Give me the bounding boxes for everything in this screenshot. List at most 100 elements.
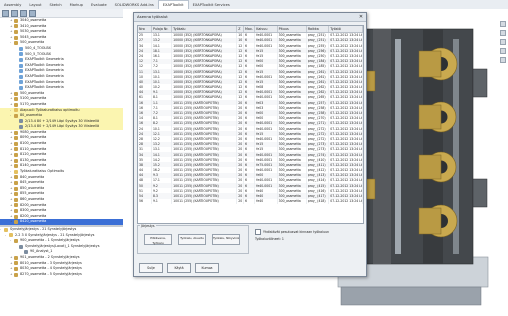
tab-exaptoolkit-services[interactable]: EXAPToolkit Services: [189, 1, 234, 9]
part-icon: [14, 255, 18, 260]
part-icon: [14, 272, 18, 277]
order-button-2[interactable]: Työkalu, Alueitu: [178, 234, 206, 245]
section-view-icon[interactable]: [500, 30, 506, 36]
tab-exaptoolkit[interactable]: EXAPToolkit: [157, 0, 189, 9]
table-cell: 07-12-2012 13:24 Läpireikä: [328, 120, 363, 126]
table-cell: proy_ (262): [306, 89, 330, 95]
part-icon: [14, 41, 18, 46]
order-group: Järjestys Pitkävena, Työkalu Työkalu, Al…: [137, 224, 249, 254]
flange-3: [418, 151, 457, 183]
feat-icon: [19, 119, 23, 124]
part-icon: [14, 238, 18, 243]
slat-2: [395, 39, 401, 254]
table-cell: 07-12-2012 13:24 Läpireikä: [328, 198, 363, 204]
tab-assembly[interactable]: Assembly: [0, 1, 25, 9]
part-icon: [14, 197, 18, 202]
table-cell: 07-12-2012 13:24 Läpireikä: [328, 110, 363, 116]
feature-tree: +3040_osametta +3410_osametta +5030_osamet…: [0, 9, 124, 315]
combine-checkbox-label: Yhdistävät pesutusvat kinnaan työkaluun: [263, 230, 330, 234]
combine-checkbox[interactable]: [255, 229, 261, 235]
tab-layout[interactable]: Layout: [25, 1, 45, 9]
table-cell: 07-12-2012 13:24 Läpireikä: [328, 146, 363, 152]
order-button-3[interactable]: Työkalu, Nikyvinä: [212, 234, 240, 245]
table-row[interactable]: 56 9.1 10011 (255) (KARTIOUPOTIN) 20 6 fe40 30…: [138, 198, 363, 204]
folder-icon: [14, 169, 18, 174]
appearance-icon[interactable]: [500, 57, 506, 63]
table-cell: 07-12-2012 13:24 Läpireikä: [328, 172, 363, 178]
table-cell: 07-12-2012 13:24 Läpireikä: [328, 177, 363, 184]
tab-evaluate[interactable]: Evaluate: [87, 1, 111, 9]
table-cell: 07-12-2012 13:24 Läpireikä: [328, 63, 363, 69]
cancel-button[interactable]: Kumoa: [195, 263, 219, 273]
table-cell: 07-12-2012 13:24 Läpireikä: [328, 94, 363, 101]
table-cell: proy_ (255): [306, 42, 330, 49]
close-button[interactable]: Sulje: [139, 263, 163, 273]
folder-icon: [14, 108, 18, 113]
table-cell: 07-12-2012 13:24 Läpireikä: [328, 162, 363, 168]
feat-icon: [24, 250, 28, 255]
part-icon: [14, 192, 18, 197]
view-orientation-icon[interactable]: [500, 39, 506, 45]
table-cell: 07-12-2012 13:24 Läpireikä: [328, 74, 363, 80]
display-style-icon[interactable]: [500, 48, 506, 54]
tree-view-icon[interactable]: [2, 9, 9, 17]
part-icon: [14, 175, 18, 180]
table-cell: proy_ (270): [306, 115, 330, 121]
tool-table[interactable]: Nro Pulaja Nr. Työkalu Z Max. Kaivuu Pituus Rai…: [137, 25, 364, 224]
table-cell: 07-12-2012 13:24 Läpireikä: [328, 100, 363, 106]
config-manager-icon[interactable]: [20, 9, 27, 17]
tree-top-list: +3040_osametta +3410_osametta +5030_osamet…: [0, 18, 123, 225]
dim-expert-icon[interactable]: [29, 9, 36, 17]
close-icon[interactable]: ✕: [358, 14, 364, 20]
part-icon: [14, 181, 18, 186]
part-icon: [14, 153, 18, 158]
base-foot: [340, 286, 482, 306]
table-cell: 07-12-2012 13:24 Läpireikä: [328, 115, 363, 121]
part-icon: [14, 97, 18, 102]
table-body: 25 13.1 10000 (352) (KIERTONKAPORA) 10 6 fe40…: [138, 32, 363, 204]
tree-bottom-list: - Synstelyjärjestys - 21 Synstelyjärjesty…: [0, 227, 123, 277]
table-cell: 07-12-2012 13:24 Läpireikä: [328, 151, 363, 158]
tab-sketch[interactable]: Sketch: [46, 1, 66, 9]
body-face-shade: [373, 29, 391, 264]
table-cell: 07-12-2012 13:24 Läpireikä: [328, 48, 363, 54]
table-cell: proy_ (251): [306, 37, 330, 43]
tab-solidworks-add-ins[interactable]: SOLIDWORKS Add-Ins: [111, 1, 158, 9]
table-cell: proy_ (273): [306, 141, 330, 147]
combine-checkbox-row[interactable]: Yhdistävät pesutusvat kinnaan työkaluun: [255, 229, 329, 235]
table-cell: proy_ (258): [306, 110, 330, 116]
table-cell: proy_ (416): [306, 188, 330, 194]
table-cell: proy_ (412): [306, 167, 330, 173]
part-icon: [14, 266, 18, 271]
table-cell: proy_ (273): [306, 146, 330, 152]
apply-button[interactable]: Käytä: [167, 263, 191, 273]
part-icon: [14, 113, 18, 118]
table-cell: fe40: [254, 198, 278, 204]
table-cell: 07-12-2012 13:24 Läpireikä: [328, 53, 363, 59]
tab-markup[interactable]: Markup: [66, 1, 87, 9]
property-manager-icon[interactable]: [11, 9, 18, 17]
part-icon: [14, 18, 18, 23]
table-cell: proy_ (413): [306, 172, 330, 178]
table-cell: 07-12-2012 13:24 Läpireikä: [328, 136, 363, 142]
part-icon: [14, 203, 18, 208]
options-panel: Järjestys Pitkävena, Työkalu Työkalu, Al…: [137, 224, 362, 254]
table-cell: proy_ (257): [306, 100, 330, 106]
sketch-icon: [19, 52, 23, 57]
table-cell: proy_ (417): [306, 193, 330, 199]
part-icon: [14, 214, 18, 219]
table-cell: proy_ (261): [306, 74, 330, 80]
tree-item[interactable]: +8270_osametta - 5 Synstelyjärjestys: [0, 272, 123, 278]
order-button-1[interactable]: Pitkävena, Työkalu: [144, 234, 172, 245]
install-tools-dialog: Asenna työkalut ✕ Nro Pulaja Nr. Työkalu Z M…: [133, 12, 367, 277]
table-cell: 07-12-2012 13:24 Läpireikä: [328, 188, 363, 194]
tool-count-label: Työkaluvälineet: 1: [255, 237, 284, 241]
table-cell: 56: [138, 198, 152, 204]
table-cell: proy_ (258): [306, 105, 330, 111]
zoom-fit-icon[interactable]: [500, 21, 506, 27]
table-cell: 10011 (255) (KARTIOUPOTIN): [171, 198, 238, 204]
table-cell: proy_ (184): [306, 58, 330, 64]
side-block-1: [472, 68, 488, 98]
table-cell: 07-12-2012 13:24 Läpireikä: [328, 131, 363, 137]
table-cell: 07-12-2012 13:24 Läpireikä: [328, 89, 363, 95]
